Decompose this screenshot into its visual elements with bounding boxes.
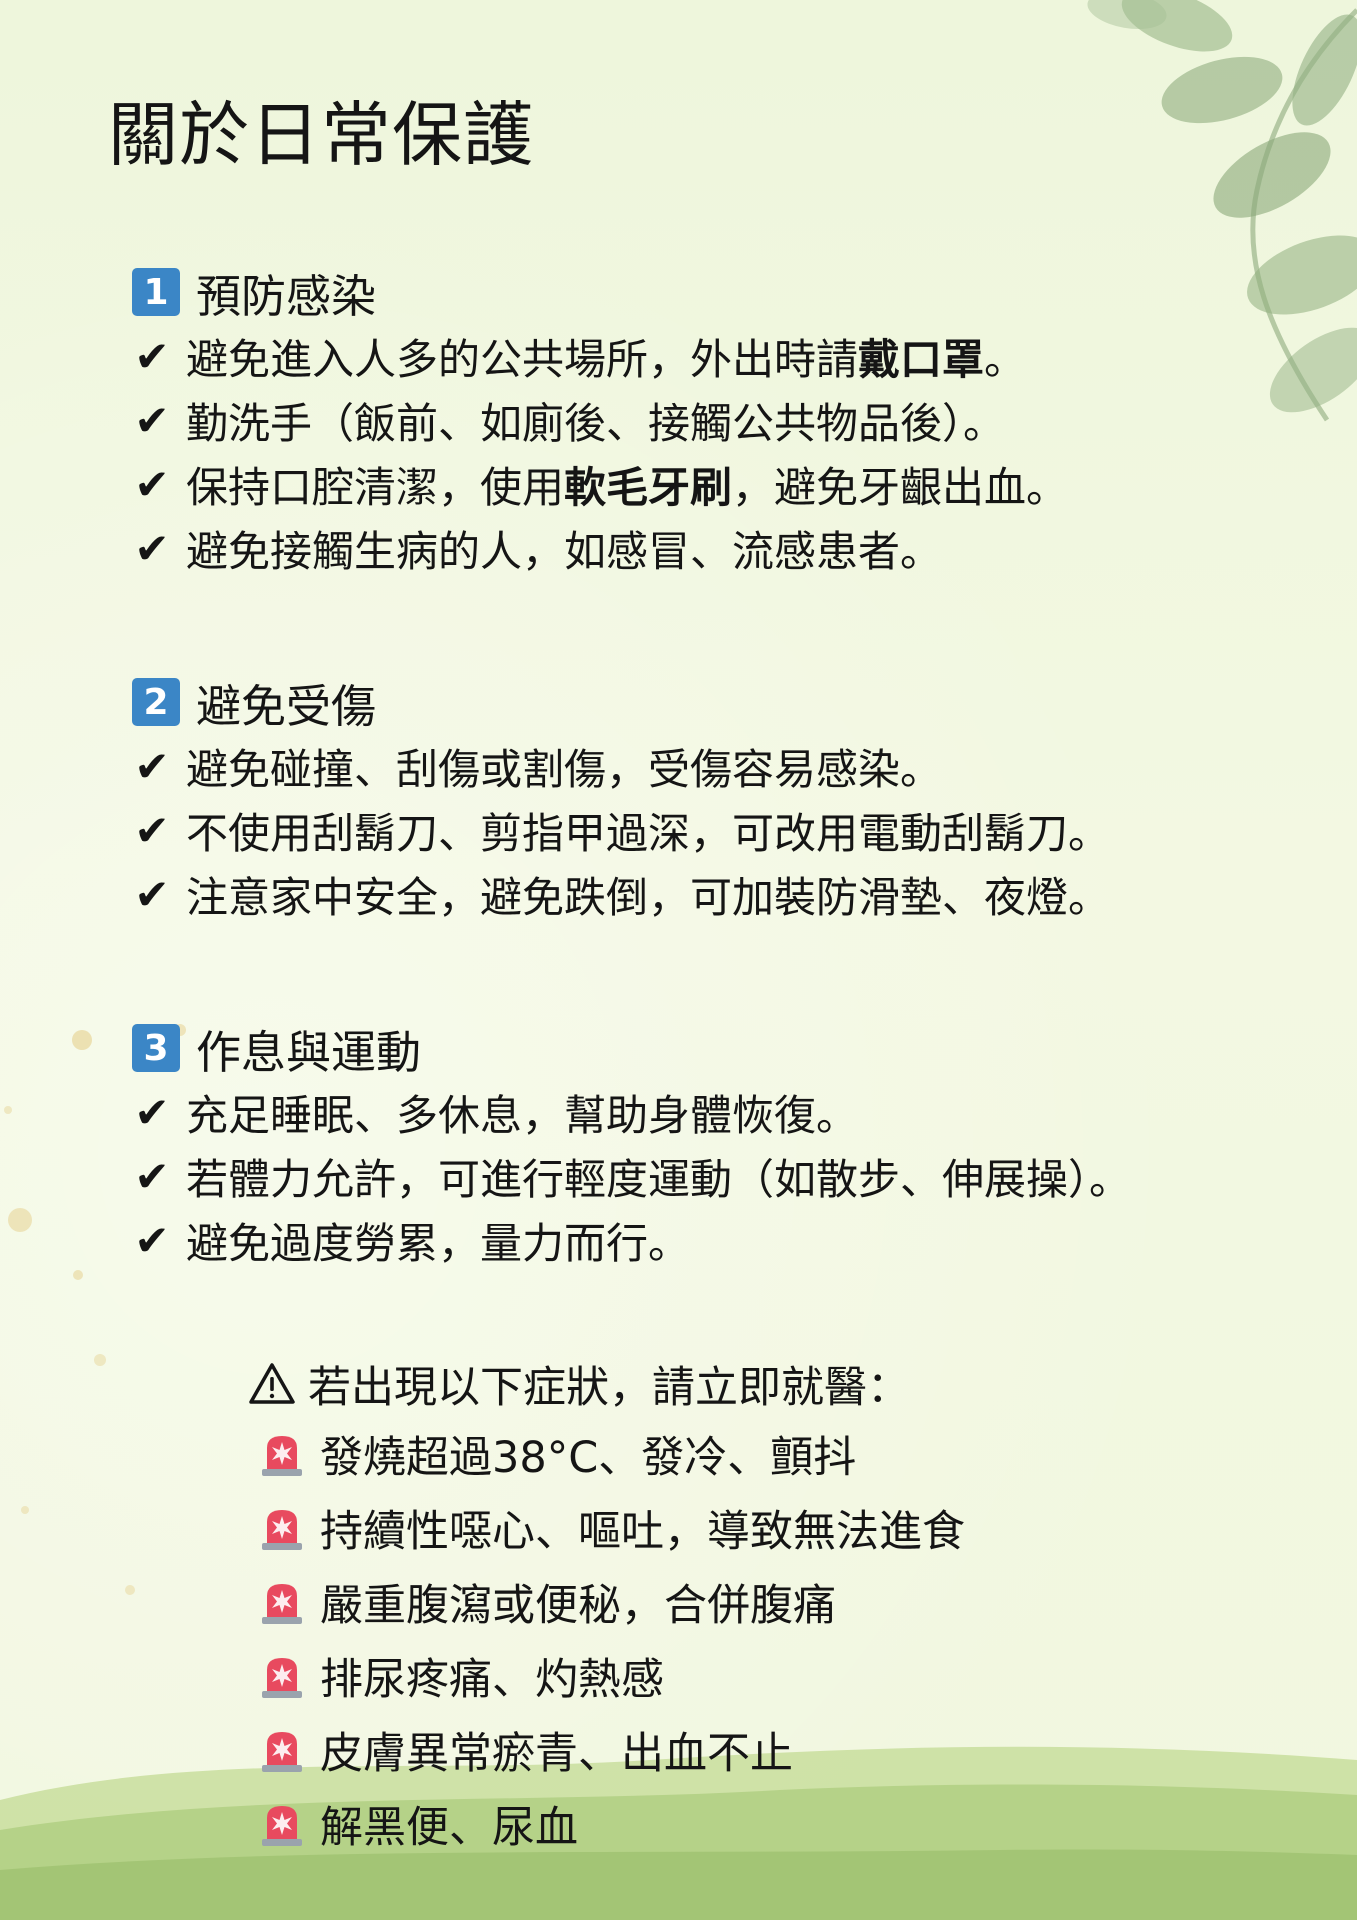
section-heading: 2 避免受傷 <box>132 670 1110 734</box>
section-prevent-infection: 1 預防感染 ✔ 避免進入人多的公共場所，外出時請 戴口罩。 ✔ 勤洗手（飯前、如… <box>132 260 1068 580</box>
check-icon: ✔ <box>134 459 170 509</box>
item-text: 避免過度勞累，量力而行。 <box>186 1218 691 1268</box>
symptom-text: 排尿疼痛、灼熱感 <box>320 1655 664 1705</box>
symptom-list: 發燒超過38°C、發冷、顫抖 持續性噁心、嘔吐，導致無法進食 嚴重腹瀉或便秘，合… <box>248 1417 965 1861</box>
item-bold-text: 戴口罩 <box>858 334 985 384</box>
symptom-item: 皮膚異常瘀青、出血不止 <box>248 1713 965 1787</box>
siren-icon <box>262 1584 302 1624</box>
symptom-item: 持續性噁心、嘔吐，導致無法進食 <box>248 1491 965 1565</box>
list-item: ✔ 避免碰撞、刮傷或割傷，受傷容易感染。 <box>132 734 1110 798</box>
symptom-item: 排尿疼痛、灼熱感 <box>248 1639 965 1713</box>
warning-block: 若出現以下症狀，請立即就醫： 發燒超過38°C、發冷、顫抖 持續性噁心、嘔吐，導… <box>248 1351 965 1861</box>
item-text-tail: ，避免牙齦出血。 <box>732 462 1069 512</box>
item-bold-text: 軟毛牙刷 <box>564 462 733 512</box>
siren-icon <box>262 1510 302 1550</box>
symptom-text: 持續性噁心、嘔吐，導致無法進食 <box>320 1507 965 1557</box>
siren-icon <box>262 1658 302 1698</box>
list-item: ✔ 保持口腔清潔，使用 軟毛牙刷 ，避免牙齦出血。 <box>132 452 1068 516</box>
warning-title: 若出現以下症狀，請立即就醫： <box>308 1363 910 1413</box>
check-icon: ✔ <box>134 523 170 573</box>
poster-page: 關於日常保護 1 預防感染 ✔ 避免進入人多的公共場所，外出時請 戴口罩。 ✔ 勤… <box>0 0 1357 1920</box>
siren-icon <box>262 1436 302 1476</box>
item-text-tail: 。 <box>984 334 1027 384</box>
symptom-text: 發燒超過38°C、發冷、顫抖 <box>320 1433 857 1483</box>
symptom-text: 解黑便、尿血 <box>320 1803 578 1853</box>
list-item: ✔ 若體力允許，可進行輕度運動（如散步、伸展操）。 <box>132 1144 1131 1208</box>
siren-icon <box>262 1806 302 1846</box>
check-icon: ✔ <box>134 395 170 445</box>
warning-icon <box>249 1363 295 1404</box>
section-list: ✔ 避免進入人多的公共場所，外出時請 戴口罩。 ✔ 勤洗手（飯前、如廁後、接觸公共… <box>132 324 1068 580</box>
item-text: 充足睡眠、多休息，幫助身體恢復。 <box>186 1090 859 1140</box>
section-rest-exercise: 3 作息與運動 ✔ 充足睡眠、多休息，幫助身體恢復。 ✔ 若體力允許，可進行輕度… <box>132 1016 1131 1272</box>
section-heading: 3 作息與運動 <box>132 1016 1131 1080</box>
list-item: ✔ 避免過度勞累，量力而行。 <box>132 1208 1131 1272</box>
leaf-decoration <box>1087 0 1357 422</box>
siren-icon <box>262 1732 302 1772</box>
check-icon: ✔ <box>134 1215 170 1265</box>
list-item: ✔ 避免接觸生病的人，如感冒、流感患者。 <box>132 516 1068 580</box>
item-text: 保持口腔清潔，使用 <box>186 462 565 512</box>
item-text: 不使用刮鬍刀、剪指甲過深，可改用電動刮鬍刀。 <box>186 808 1111 858</box>
list-item: ✔ 充足睡眠、多休息，幫助身體恢復。 <box>132 1080 1131 1144</box>
section-title: 作息與運動 <box>196 1025 422 1079</box>
section-heading: 1 預防感染 <box>132 260 1068 324</box>
page-title: 關於日常保護 <box>108 94 534 176</box>
item-text: 勤洗手（飯前、如廁後、接觸公共物品後）。 <box>186 398 1006 448</box>
symptom-item: 嚴重腹瀉或便秘，合併腹痛 <box>248 1565 965 1639</box>
symptom-item: 解黑便、尿血 <box>248 1787 965 1861</box>
check-icon: ✔ <box>134 805 170 855</box>
section-title: 預防感染 <box>196 269 377 323</box>
number-2-badge: 2 <box>132 678 180 726</box>
symptom-text: 嚴重腹瀉或便秘，合併腹痛 <box>320 1581 836 1631</box>
warning-heading: 若出現以下症狀，請立即就醫： <box>248 1351 965 1417</box>
check-icon: ✔ <box>134 869 170 919</box>
list-item: ✔ 勤洗手（飯前、如廁後、接觸公共物品後）。 <box>132 388 1068 452</box>
symptom-text: 皮膚異常瘀青、出血不止 <box>320 1729 793 1779</box>
number-3-badge: 3 <box>132 1024 180 1072</box>
section-title: 避免受傷 <box>196 679 377 733</box>
list-item: ✔ 不使用刮鬍刀、剪指甲過深，可改用電動刮鬍刀。 <box>132 798 1110 862</box>
item-text: 避免進入人多的公共場所，外出時請 <box>186 334 859 384</box>
item-text: 若體力允許，可進行輕度運動（如散步、伸展操）。 <box>186 1154 1132 1204</box>
check-icon: ✔ <box>134 741 170 791</box>
check-icon: ✔ <box>134 1151 170 1201</box>
number-1-badge: 1 <box>132 268 180 316</box>
item-text: 避免接觸生病的人，如感冒、流感患者。 <box>186 526 943 576</box>
check-icon: ✔ <box>134 331 170 381</box>
list-item: ✔ 注意家中安全，避免跌倒，可加裝防滑墊、夜燈。 <box>132 862 1110 926</box>
list-item: ✔ 避免進入人多的公共場所，外出時請 戴口罩。 <box>132 324 1068 388</box>
section-list: ✔ 充足睡眠、多休息，幫助身體恢復。 ✔ 若體力允許，可進行輕度運動（如散步、伸… <box>132 1080 1131 1272</box>
symptom-item: 發燒超過38°C、發冷、顫抖 <box>248 1417 965 1491</box>
check-icon: ✔ <box>134 1087 170 1137</box>
item-text: 避免碰撞、刮傷或割傷，受傷容易感染。 <box>186 744 943 794</box>
section-list: ✔ 避免碰撞、刮傷或割傷，受傷容易感染。 ✔ 不使用刮鬍刀、剪指甲過深，可改用電… <box>132 734 1110 926</box>
section-avoid-injury: 2 避免受傷 ✔ 避免碰撞、刮傷或割傷，受傷容易感染。 ✔ 不使用刮鬍刀、剪指甲… <box>132 670 1110 926</box>
item-text: 注意家中安全，避免跌倒，可加裝防滑墊、夜燈。 <box>186 872 1111 922</box>
